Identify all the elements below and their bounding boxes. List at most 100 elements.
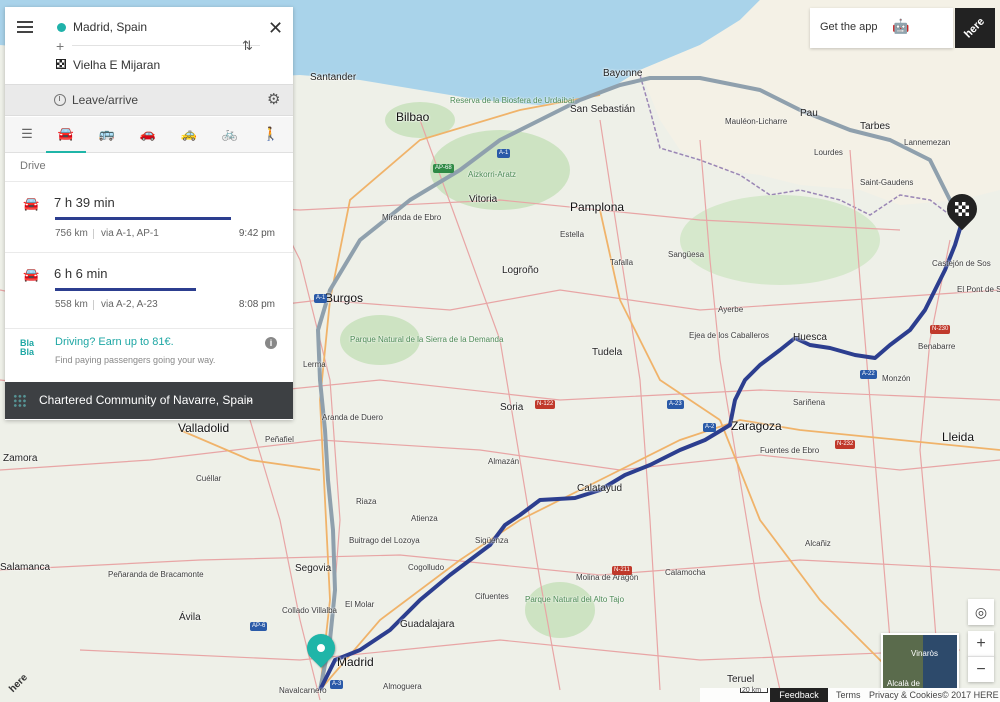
road-shield: A-2 (703, 423, 717, 432)
city-label: Tudela (592, 347, 623, 358)
road-shield: N-211 (612, 566, 632, 575)
route-duration-bar (55, 217, 231, 220)
settings-icon[interactable]: ⚙ (267, 90, 280, 108)
city-label: Almazán (488, 457, 520, 466)
zoom-in-button[interactable]: + (968, 631, 994, 657)
leave-arrive-button[interactable]: Leave/arrive ⚙ (5, 84, 293, 116)
car-icon: 🚘 (23, 196, 40, 211)
blablacar-logo: Bla Bla (20, 338, 35, 357)
route-duration-bar (55, 288, 196, 291)
road-shield: AP-6 (250, 622, 268, 631)
swap-icon[interactable]: ⇅ (242, 38, 253, 54)
minimap-label: Vinaròs (911, 649, 938, 658)
city-label: Benabarre (918, 342, 956, 351)
city-label: Collado Villalba (282, 606, 337, 615)
destination-field[interactable]: Vielha E Mijaran (73, 58, 160, 72)
info-icon[interactable]: i (265, 337, 277, 349)
get-app-label: Get the app (820, 21, 878, 33)
road-shield: N-122 (535, 400, 556, 409)
car-share-icon[interactable]: 🚗 (128, 117, 168, 153)
city-label: Sangüesa (668, 250, 705, 259)
road-shield: A-23 (667, 400, 684, 409)
route-distance: 756 km via A-1, AP-1 (55, 228, 159, 239)
bike-icon[interactable]: 🚲 (210, 117, 250, 153)
city-label: Fuentes de Ebro (760, 446, 820, 455)
city-label: Huesca (793, 332, 827, 343)
city-label: Bayonne (603, 68, 643, 79)
park-label: Parque Natural del Alto Tajo (525, 595, 625, 604)
city-label: Cogolludo (408, 563, 445, 572)
park-label: Reserva de la Biosfera de Urdaibai (450, 96, 574, 105)
city-label: Aranda de Duero (322, 413, 383, 422)
road-shield: A-1 (314, 294, 328, 303)
section-label: Drive (20, 160, 46, 172)
taxi-icon[interactable]: 🚕 (169, 117, 209, 153)
close-icon[interactable]: ✕ (268, 18, 283, 39)
transit-icon[interactable]: 🚌 (87, 117, 127, 153)
city-label: Logroño (502, 265, 539, 276)
feedback-button[interactable]: Feedback (770, 688, 828, 702)
origin-dot-icon (57, 23, 66, 32)
copyright: © 2017 HERE (942, 690, 999, 700)
route-via: via A-1, AP-1 (101, 228, 159, 239)
route-option[interactable]: 🚘 6 h 6 min 558 km via A-2, A-23 8:08 pm (5, 252, 293, 322)
here-logo[interactable]: here (955, 8, 995, 48)
city-label: Lourdes (814, 148, 843, 157)
car-icon[interactable]: 🚘 (46, 117, 86, 153)
origin-field[interactable]: Madrid, Spain (73, 20, 147, 34)
city-label: Santander (310, 72, 357, 83)
map-view-switcher[interactable]: Vinaròs Alcalà de (881, 633, 959, 690)
terms-link[interactable]: Terms (836, 690, 861, 700)
route-option[interactable]: 🚘 7 h 39 min 756 km via A-1, AP-1 9:42 p… (5, 181, 293, 251)
list-icon[interactable]: ☰ (7, 117, 47, 153)
destination-flag-icon (56, 59, 66, 69)
city-label: Cuéllar (196, 474, 222, 483)
city-label: Ejea de los Caballeros (689, 331, 770, 340)
promo-title: Driving? Earn up to 81€. (55, 336, 174, 348)
city-label: Alcañiz (805, 539, 831, 548)
scale-bar (740, 688, 768, 693)
city-label: Valladolid (178, 421, 230, 435)
city-label: Vitoria (469, 194, 498, 205)
city-label: Mauléon-Licharre (725, 117, 788, 126)
city-label: Teruel (727, 674, 755, 685)
region-icon (13, 394, 27, 408)
city-label: Estella (560, 230, 585, 239)
city-label: Calatayud (577, 483, 623, 494)
city-label: Lannemezan (904, 138, 951, 147)
city-label: Zaragoza (731, 419, 782, 433)
get-app-bar: Get the app 🤖 (810, 8, 953, 48)
city-label: Tarbes (860, 121, 891, 132)
road-shield: AP-68 (433, 164, 454, 173)
road-shield: A-22 (860, 370, 877, 379)
zoom-out-button[interactable]: − (968, 656, 994, 682)
region-selector[interactable]: Chartered Community of Navarre, Spain ⌄ (5, 382, 293, 419)
road-shield: N-232 (835, 440, 856, 449)
city-label: Guadalajara (400, 619, 455, 630)
region-label: Chartered Community of Navarre, Spain (39, 393, 254, 407)
walk-icon[interactable]: 🚶 (251, 117, 291, 153)
arrival-time: 8:08 pm (238, 299, 275, 310)
menu-icon[interactable] (17, 21, 33, 33)
city-label: Buitrago del Lozoya (349, 536, 420, 545)
minimap-label: Alcalà de (887, 679, 920, 688)
city-label: Almoguera (383, 682, 422, 691)
city-label: Saint-Gaudens (860, 178, 914, 187)
city-label: El Molar (345, 600, 375, 609)
route-duration: 6 h 6 min (54, 266, 108, 281)
privacy-link[interactable]: Privacy & Cookies (869, 690, 942, 700)
city-label: Navalcarnero (279, 686, 327, 695)
divider (72, 45, 260, 46)
android-icon[interactable]: 🤖 (892, 18, 909, 35)
city-label: Atienza (411, 514, 438, 523)
city-label: Castejón de Sos (932, 259, 991, 268)
add-waypoint-icon[interactable]: + (56, 38, 64, 54)
blablacar-promo[interactable]: Bla Bla Driving? Earn up to 81€. Find pa… (5, 328, 293, 378)
city-label: Ávila (179, 612, 201, 623)
city-label: Cifuentes (475, 592, 509, 601)
chevron-down-icon: ⌄ (245, 393, 255, 405)
locate-icon[interactable]: ◎ (968, 599, 994, 625)
road-shield: N-230 (930, 325, 951, 334)
green-area (525, 582, 595, 638)
city-label: Segovia (295, 563, 332, 574)
